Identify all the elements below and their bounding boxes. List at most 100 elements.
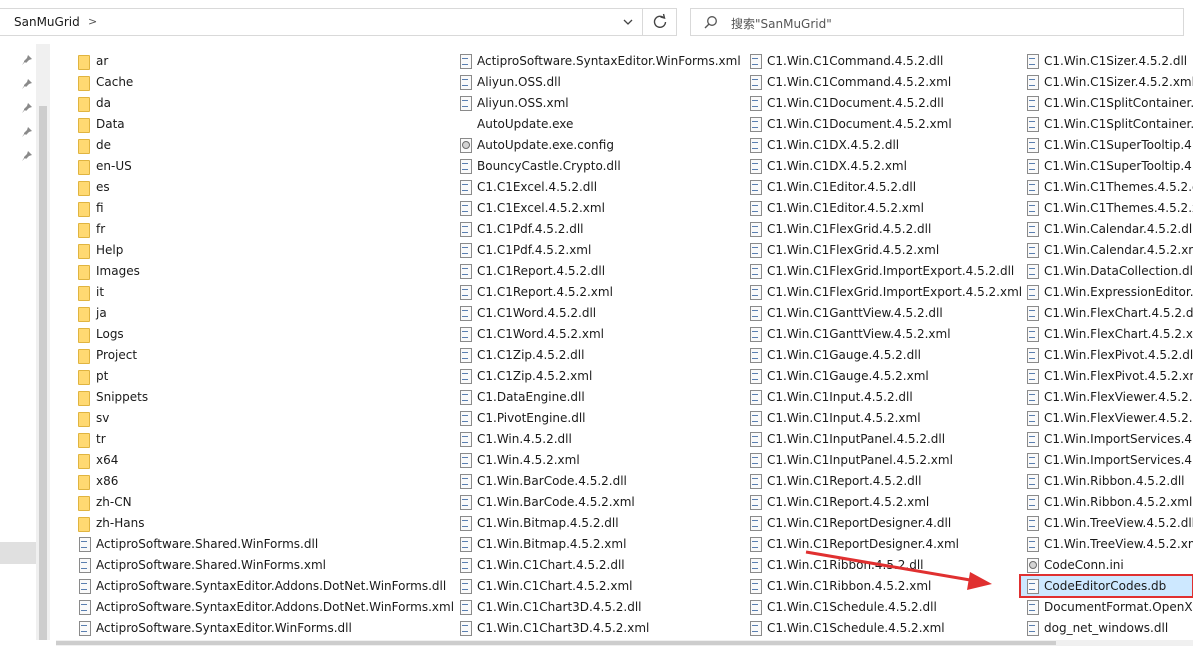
- folder-item[interactable]: zh-Hans: [76, 513, 144, 533]
- pin-icon[interactable]: [21, 126, 33, 138]
- file-item[interactable]: C1.Win.C1InputPanel.4.5.2.dll: [747, 429, 945, 449]
- file-item[interactable]: C1.Win.C1InputPanel.4.5.2.xml: [747, 450, 953, 470]
- file-item[interactable]: C1.Win.Bitmap.4.5.2.xml: [457, 534, 626, 554]
- file-item[interactable]: C1.Win.BarCode.4.5.2.dll: [457, 471, 627, 491]
- pin-icon[interactable]: [21, 102, 33, 114]
- pin-icon[interactable]: [21, 54, 33, 66]
- file-item[interactable]: CodeConn.ini: [1024, 555, 1124, 575]
- file-item[interactable]: C1.Win.C1FlexGrid.ImportExport.4.5.2.dll: [747, 261, 1014, 281]
- file-item[interactable]: C1.Win.C1FlexGrid.4.5.2.xml: [747, 240, 939, 260]
- file-item[interactable]: C1.Win.C1SplitContainer.4.5.2.xml: [1024, 114, 1193, 134]
- file-item[interactable]: C1.Win.C1ReportDesigner.4.dll: [747, 513, 951, 533]
- file-item[interactable]: C1.Win.Bitmap.4.5.2.dll: [457, 513, 619, 533]
- file-item[interactable]: C1.Win.BarCode.4.5.2.xml: [457, 492, 635, 512]
- file-item[interactable]: C1.Win.C1Document.4.5.2.xml: [747, 114, 952, 134]
- file-item[interactable]: C1.Win.FlexChart.4.5.2.xml: [1024, 324, 1193, 344]
- file-item[interactable]: ActiproSoftware.Shared.WinForms.xml: [76, 555, 326, 575]
- breadcrumb-chevron-icon[interactable]: >: [88, 15, 97, 28]
- file-item[interactable]: C1.Win.C1Themes.4.5.2.dll: [1024, 177, 1193, 197]
- file-item[interactable]: C1.Win.C1Command.4.5.2.xml: [747, 72, 951, 92]
- file-item[interactable]: C1.C1Pdf.4.5.2.dll: [457, 219, 584, 239]
- file-item[interactable]: DocumentFormat.OpenXml.dll: [1024, 597, 1193, 617]
- file-item[interactable]: C1.Win.FlexChart.4.5.2.dll: [1024, 303, 1193, 323]
- file-item[interactable]: C1.Win.C1GanttView.4.5.2.dll: [747, 303, 943, 323]
- file-item[interactable]: C1.Win.C1SuperTooltip.4.5.2.xml: [1024, 156, 1193, 176]
- file-item[interactable]: C1.Win.C1Document.4.5.2.dll: [747, 93, 944, 113]
- file-item[interactable]: C1.Win.C1Gauge.4.5.2.dll: [747, 345, 921, 365]
- file-item[interactable]: C1.PivotEngine.dll: [457, 408, 586, 428]
- file-item[interactable]: C1.Win.C1Schedule.4.5.2.dll: [747, 597, 937, 617]
- file-item[interactable]: C1.C1Zip.4.5.2.dll: [457, 345, 584, 365]
- file-item[interactable]: dog_net_windows.dll: [1024, 618, 1168, 638]
- refresh-button[interactable]: [643, 8, 677, 36]
- file-item[interactable]: C1.C1Excel.4.5.2.dll: [457, 177, 597, 197]
- folder-item[interactable]: pt: [76, 366, 108, 386]
- file-item[interactable]: C1.Win.C1GanttView.4.5.2.xml: [747, 324, 951, 344]
- file-item[interactable]: C1.Win.4.5.2.dll: [457, 429, 572, 449]
- folder-item[interactable]: Data: [76, 114, 125, 134]
- file-item[interactable]: ActiproSoftware.SyntaxEditor.WinForms.dl…: [76, 618, 352, 638]
- file-item[interactable]: C1.Win.C1SuperTooltip.4.5.2.dll: [1024, 135, 1193, 155]
- file-item[interactable]: CodeEditorCodes.db: [1018, 574, 1193, 598]
- file-item[interactable]: C1.Win.FlexViewer.4.5.2.dll: [1024, 387, 1193, 407]
- file-item[interactable]: C1.DataEngine.dll: [457, 387, 585, 407]
- folder-item[interactable]: Project: [76, 345, 137, 365]
- file-item[interactable]: C1.Win.C1SplitContainer.4.5.2.dll: [1024, 93, 1193, 113]
- file-item[interactable]: C1.Win.C1FlexGrid.4.5.2.dll: [747, 219, 931, 239]
- folder-item[interactable]: zh-CN: [76, 492, 132, 512]
- folder-item[interactable]: Cache: [76, 72, 133, 92]
- file-item[interactable]: C1.Win.C1Sizer.4.5.2.xml: [1024, 72, 1193, 92]
- file-item[interactable]: C1.Win.C1Report.4.5.2.xml: [747, 492, 929, 512]
- file-item[interactable]: AutoUpdate.exe.config: [457, 135, 614, 155]
- file-item[interactable]: C1.Win.ImportServices.4.5.2.xml: [1024, 450, 1193, 470]
- file-item[interactable]: Aliyun.OSS.xml: [457, 93, 569, 113]
- folder-item[interactable]: ja: [76, 303, 107, 323]
- file-item[interactable]: C1.Win.C1Chart3D.4.5.2.xml: [457, 618, 649, 638]
- folder-item[interactable]: de: [76, 135, 111, 155]
- file-item[interactable]: C1.Win.FlexPivot.4.5.2.dll: [1024, 345, 1193, 365]
- file-item[interactable]: C1.Win.C1Chart3D.4.5.2.dll: [457, 597, 642, 617]
- file-item[interactable]: C1.C1Report.4.5.2.xml: [457, 282, 613, 302]
- file-item[interactable]: C1.Win.C1Sizer.4.5.2.dll: [1024, 51, 1187, 71]
- nav-selected-item[interactable]: [0, 542, 36, 564]
- folder-item[interactable]: ar: [76, 51, 108, 71]
- file-item[interactable]: C1.Win.C1DX.4.5.2.xml: [747, 156, 907, 176]
- file-item[interactable]: ActiproSoftware.Shared.WinForms.dll: [76, 534, 318, 554]
- scrollbar-thumb[interactable]: [56, 641, 1056, 645]
- folder-item[interactable]: tr: [76, 429, 106, 449]
- file-item[interactable]: C1.Win.Ribbon.4.5.2.dll: [1024, 471, 1184, 491]
- file-item[interactable]: C1.Win.C1Chart.4.5.2.dll: [457, 555, 625, 575]
- file-item[interactable]: Aliyun.OSS.dll: [457, 72, 561, 92]
- file-item[interactable]: C1.C1Pdf.4.5.2.xml: [457, 240, 591, 260]
- file-item[interactable]: C1.C1Excel.4.5.2.xml: [457, 198, 605, 218]
- file-item[interactable]: ActiproSoftware.SyntaxEditor.Addons.DotN…: [76, 576, 446, 596]
- file-item[interactable]: C1.Win.FlexPivot.4.5.2.xml: [1024, 366, 1193, 386]
- folder-item[interactable]: it: [76, 282, 104, 302]
- file-item[interactable]: C1.Win.C1Schedule.4.5.2.xml: [747, 618, 945, 638]
- folder-item[interactable]: fi: [76, 198, 104, 218]
- folder-item[interactable]: x64: [76, 450, 118, 470]
- file-item[interactable]: C1.Win.Ribbon.4.5.2.xml: [1024, 492, 1192, 512]
- pin-icon[interactable]: [21, 78, 33, 90]
- file-item[interactable]: C1.Win.C1FlexGrid.ImportExport.4.5.2.xml: [747, 282, 1022, 302]
- file-item[interactable]: C1.Win.C1Editor.4.5.2.xml: [747, 198, 924, 218]
- file-item[interactable]: C1.Win.FlexViewer.4.5.2.xml: [1024, 408, 1193, 428]
- file-item[interactable]: C1.Win.TreeView.4.5.2.xml: [1024, 534, 1193, 554]
- chevron-down-icon[interactable]: [618, 12, 638, 32]
- folder-item[interactable]: fr: [76, 219, 105, 239]
- folder-item[interactable]: es: [76, 177, 110, 197]
- folder-item[interactable]: Logs: [76, 324, 124, 344]
- file-item[interactable]: C1.Win.Calendar.4.5.2.dll: [1024, 219, 1193, 239]
- file-item[interactable]: C1.Win.TreeView.4.5.2.dll: [1024, 513, 1193, 533]
- file-item[interactable]: C1.Win.C1Report.4.5.2.dll: [747, 471, 921, 491]
- file-item[interactable]: C1.Win.C1DX.4.5.2.dll: [747, 135, 899, 155]
- folder-item[interactable]: sv: [76, 408, 109, 428]
- folder-item[interactable]: da: [76, 93, 111, 113]
- file-item[interactable]: C1.C1Zip.4.5.2.xml: [457, 366, 592, 386]
- file-item[interactable]: C1.Win.C1Gauge.4.5.2.xml: [747, 366, 929, 386]
- horizontal-scrollbar[interactable]: [56, 640, 1193, 646]
- breadcrumb-sanmugrid[interactable]: SanMuGrid: [14, 15, 80, 29]
- file-item[interactable]: C1.Win.ImportServices.4.5.2.dll: [1024, 429, 1193, 449]
- file-item[interactable]: C1.C1Word.4.5.2.xml: [457, 324, 604, 344]
- file-item[interactable]: BouncyCastle.Crypto.dll: [457, 156, 621, 176]
